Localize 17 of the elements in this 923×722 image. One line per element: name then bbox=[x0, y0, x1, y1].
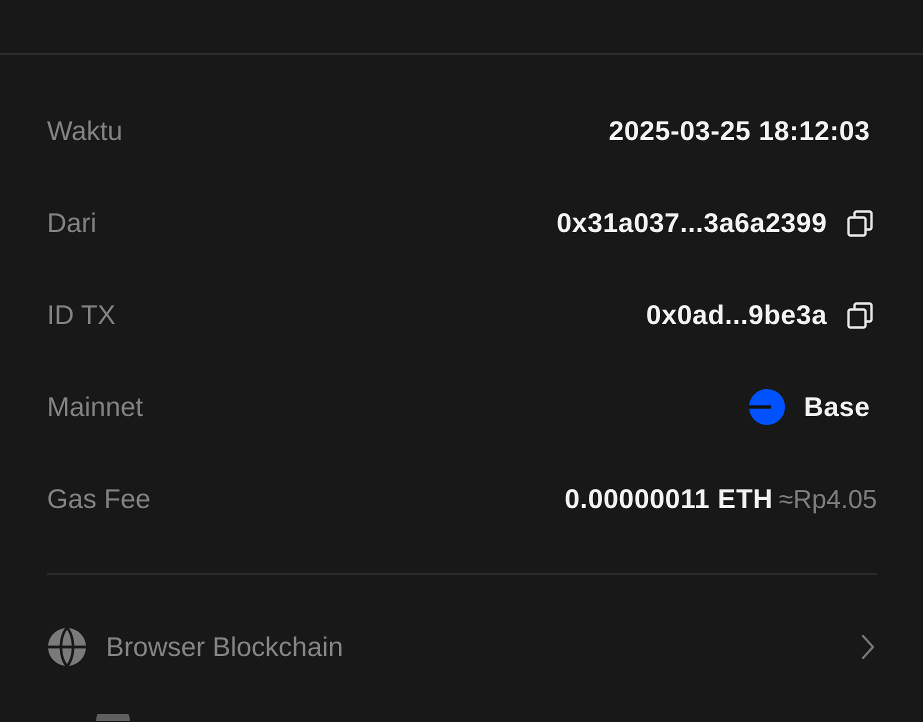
fiat-estimate: ≈Rp4.05 bbox=[778, 484, 877, 514]
chevron-right-icon bbox=[861, 634, 875, 660]
field-value: 0x31a037...3a6a2399 bbox=[556, 208, 827, 238]
field-value: 0.00000011 ETH bbox=[564, 484, 773, 514]
field-label: Waktu bbox=[47, 116, 123, 146]
field-value: 2025-03-25 18:12:03 bbox=[608, 116, 870, 146]
copy-icon[interactable] bbox=[847, 302, 873, 328]
field-label: ID TX bbox=[47, 300, 116, 330]
field-label: Mainnet bbox=[47, 392, 144, 422]
copy-icon[interactable] bbox=[847, 210, 873, 236]
field-value: 0x0ad...9be3a bbox=[646, 300, 827, 330]
explorer-link-row[interactable]: Browser Blockchain bbox=[47, 601, 877, 693]
field-label: Dari bbox=[47, 208, 97, 238]
field-value: Base bbox=[804, 392, 870, 422]
globe-icon bbox=[48, 628, 86, 666]
network-logo-icon bbox=[748, 389, 785, 425]
field-label: Gas Fee bbox=[47, 484, 151, 514]
